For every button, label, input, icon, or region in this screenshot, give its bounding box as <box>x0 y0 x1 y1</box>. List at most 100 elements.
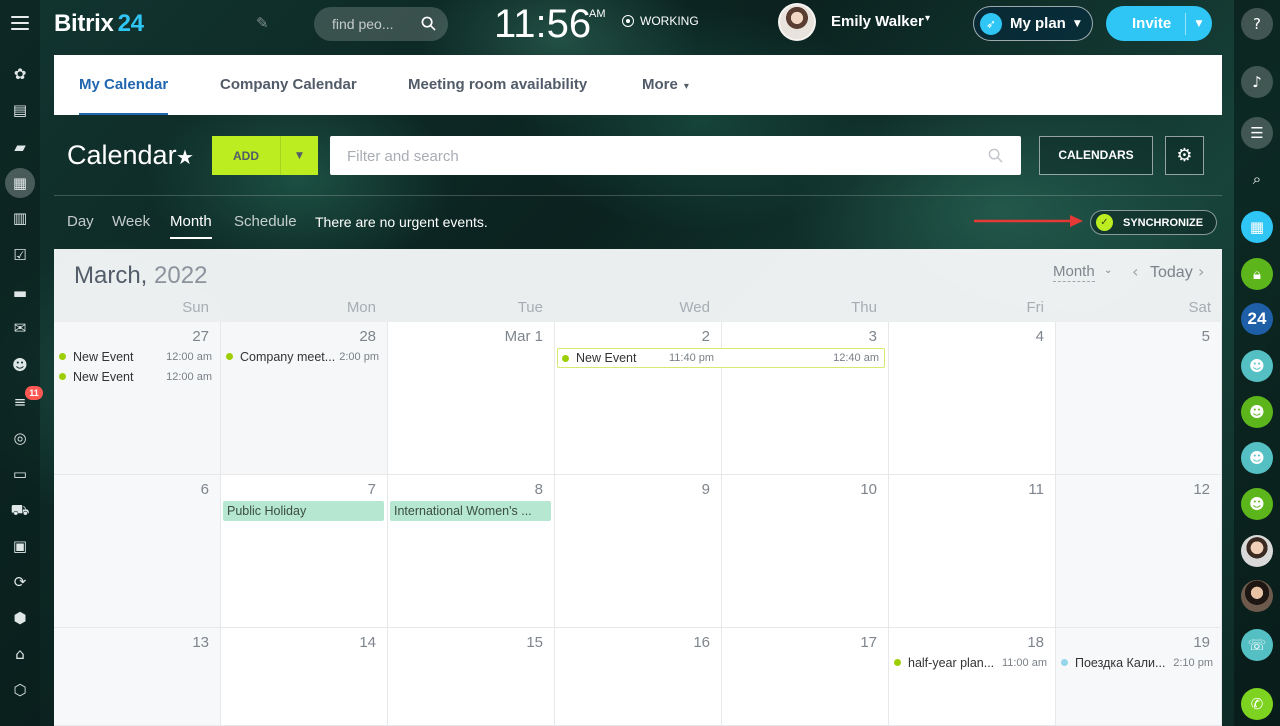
group-icon[interactable]: ☻ <box>1241 396 1273 428</box>
contacts-icon[interactable]: ▣ <box>10 536 30 556</box>
logo[interactable]: Bitrix 24 <box>54 10 144 38</box>
search-icon[interactable] <box>421 16 436 31</box>
automation-icon[interactable]: ⟳ <box>10 572 30 592</box>
calendar-icon[interactable]: ▦ <box>5 168 35 198</box>
groups-icon[interactable]: ☻ <box>10 355 30 375</box>
phone-icon[interactable]: ☏ <box>1241 629 1273 661</box>
group-icon[interactable]: ☻ <box>1241 442 1273 474</box>
sites-icon[interactable]: ◎ <box>10 428 30 448</box>
day-cell[interactable]: 4 <box>889 322 1056 475</box>
calendar-event[interactable]: Поездка Кали... 2:10 pm <box>1060 654 1213 671</box>
view-schedule[interactable]: Schedule <box>234 213 297 230</box>
chevron-down-icon[interactable]: ▼ <box>1186 19 1212 29</box>
day-cell[interactable]: 16 <box>555 628 722 726</box>
filter-search[interactable] <box>330 136 1021 175</box>
group-icon[interactable]: ☻ <box>1241 350 1273 382</box>
day-cell[interactable]: 5 <box>1056 322 1222 475</box>
work-status[interactable]: WORKING <box>622 14 699 28</box>
day-cell[interactable]: 28 Company meet... 2:00 pm <box>221 322 388 475</box>
gear-icon[interactable]: ⚙ <box>1165 136 1204 175</box>
synchronize-button[interactable]: ✓ SYNCHRONIZE <box>1090 210 1217 235</box>
tab-my-calendar[interactable]: My Calendar <box>79 55 169 115</box>
day-cell[interactable]: 19 Поездка Кали... 2:10 pm <box>1056 628 1222 726</box>
shop-icon[interactable]: ⛟ <box>10 500 30 520</box>
holiday-event[interactable]: Public Holiday <box>223 501 384 521</box>
drive-icon[interactable]: ▬ <box>10 283 30 303</box>
avatar[interactable] <box>1241 535 1273 567</box>
day-cell[interactable]: 10 <box>722 475 889 628</box>
checklist-icon[interactable]: ☑ <box>10 245 30 265</box>
people-search-input[interactable] <box>332 15 412 33</box>
day-cell[interactable]: 13 <box>54 628 221 726</box>
invite-button[interactable]: Invite ▼ <box>1106 6 1212 41</box>
rocket-icon: ➶ <box>980 12 1002 35</box>
call-icon[interactable]: ✆ <box>1241 688 1273 720</box>
feed-icon[interactable]: ✿ <box>10 64 30 84</box>
marketplace-icon[interactable]: ⌂ <box>10 644 30 664</box>
day-cell[interactable]: Mar 1 <box>388 322 555 475</box>
chevron-down-icon[interactable]: ⌄ <box>1104 265 1112 276</box>
avatar[interactable] <box>1241 580 1273 612</box>
calendar-event[interactable]: Company meet... 2:00 pm <box>225 348 379 365</box>
day-cell[interactable]: 9 <box>555 475 722 628</box>
day-cell[interactable]: 14 <box>221 628 388 726</box>
inventory-icon[interactable]: ⬢ <box>10 608 30 628</box>
arrow-annotation-icon <box>974 215 1083 227</box>
projects-icon[interactable]: ▭ <box>10 464 30 484</box>
view-month[interactable]: Month <box>170 213 212 239</box>
day-cell[interactable]: 7 <box>221 475 388 628</box>
holiday-event[interactable]: International Women's ... <box>390 501 551 521</box>
chevron-left-icon[interactable]: ‹ <box>1132 262 1138 281</box>
group-icon[interactable]: ☻ <box>1241 488 1273 520</box>
day-cell[interactable]: 15 <box>388 628 555 726</box>
add-button[interactable]: ADD ▼ <box>212 136 318 175</box>
my-plan-button[interactable]: ➶ My plan ▼ <box>973 6 1093 41</box>
chevron-down-icon[interactable]: ▼ <box>281 151 318 161</box>
day-cell[interactable]: 2 <box>555 322 722 475</box>
avatar[interactable] <box>778 3 816 41</box>
calendar-icon[interactable]: ▦ <box>1241 211 1273 243</box>
chat-icon[interactable]: ▰ <box>10 137 30 157</box>
day-cell[interactable]: 12 <box>1056 475 1222 628</box>
calendar-event[interactable]: New Event 12:00 am <box>58 368 212 385</box>
chat-bubble-icon[interactable]: ☰ <box>1241 117 1273 149</box>
filter-search-input[interactable] <box>347 146 947 166</box>
day-cell[interactable]: 18 half-year plan... 11:00 am <box>889 628 1056 726</box>
search-icon[interactable] <box>988 148 1003 163</box>
pencil-icon[interactable]: ✎ <box>256 14 269 32</box>
day-cell[interactable]: 27 New Event 12:00 am New Event 12:00 am <box>54 322 221 475</box>
tab-company-calendar[interactable]: Company Calendar <box>220 55 357 115</box>
calendars-button[interactable]: CALENDARS <box>1039 136 1153 175</box>
view-week[interactable]: Week <box>112 213 150 230</box>
star-icon[interactable]: ★ <box>176 145 194 169</box>
day-cell[interactable]: 6 <box>54 475 221 628</box>
day-number: 18 <box>1027 634 1044 651</box>
day-cell[interactable]: 17 <box>722 628 889 726</box>
chevron-down-icon[interactable]: ▾ <box>925 13 930 24</box>
mail-icon[interactable]: ✉ <box>10 318 30 338</box>
day-cell[interactable]: 8 <box>388 475 555 628</box>
help-icon[interactable]: ? <box>1241 8 1273 40</box>
tasks-icon[interactable]: ▤ <box>10 100 30 120</box>
search-icon[interactable]: ⌕ <box>1241 163 1273 195</box>
view-day[interactable]: Day <box>67 213 94 230</box>
calendar-event[interactable]: New Event 12:00 am <box>58 348 212 365</box>
bell-icon[interactable]: ♪ <box>1241 66 1273 98</box>
calendar-event[interactable]: New Event 11:40 pm 12:40 am <box>557 348 885 368</box>
lock-icon[interactable]: 🔒︎ <box>1241 258 1273 290</box>
bitrix24-icon[interactable]: 24 <box>1241 303 1273 335</box>
today-button[interactable]: Today <box>1150 264 1193 282</box>
clock[interactable]: 11:56 <box>494 2 591 47</box>
view-select[interactable]: Month <box>1053 263 1095 282</box>
user-name[interactable]: Emily Walker <box>831 13 924 30</box>
day-cell[interactable]: 3 <box>722 322 889 475</box>
calendar-event[interactable]: half-year plan... 11:00 am <box>893 654 1047 671</box>
day-cell[interactable]: 11 <box>889 475 1056 628</box>
box-icon[interactable]: ⬡ <box>10 680 30 700</box>
tab-more[interactable]: More ▾ <box>642 55 689 115</box>
docs-icon[interactable]: ▥ <box>10 208 30 228</box>
chevron-right-icon[interactable]: › <box>1198 262 1204 281</box>
tab-meeting-room[interactable]: Meeting room availability <box>408 55 587 115</box>
menu-icon[interactable] <box>11 16 29 30</box>
people-search[interactable] <box>314 7 448 41</box>
